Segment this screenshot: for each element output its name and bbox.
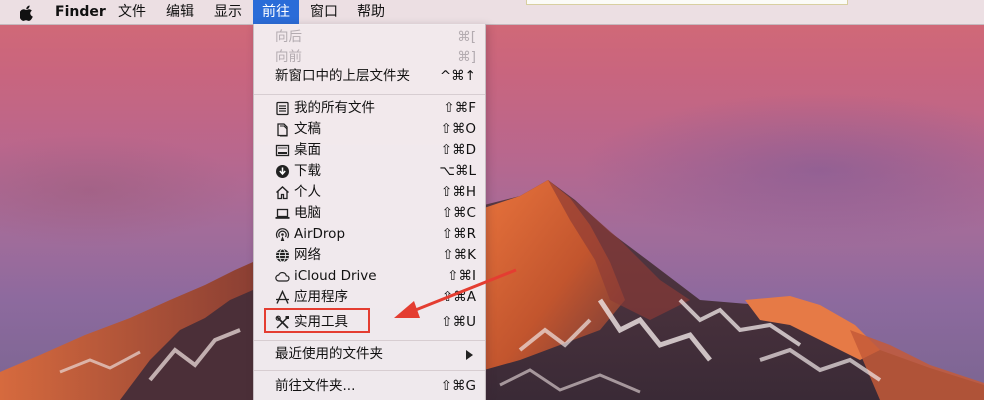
menu-item-label: 我的所有文件 <box>294 100 375 116</box>
menu-go[interactable]: 前往 <box>253 0 299 24</box>
menu-item-shortcut: ⇧⌘A <box>441 289 476 305</box>
menu-item-shortcut: ⇧⌘O <box>440 121 476 137</box>
menu-item-go-to-folder[interactable]: 前往文件夹... ⇧⌘G <box>254 376 485 397</box>
menu-item-back: 向后 ⌘[ <box>254 27 485 48</box>
menu-item-shortcut: ⇧⌘K <box>442 247 476 263</box>
menu-window[interactable]: 窗口 <box>310 0 338 24</box>
menu-item-label: AirDrop <box>294 226 346 242</box>
menu-item-shortcut: ⇧⌘G <box>440 378 476 394</box>
menu-separator <box>254 370 485 371</box>
network-icon <box>276 248 289 263</box>
menu-item-network[interactable]: 网络 ⇧⌘K <box>254 245 485 266</box>
menu-file[interactable]: 文件 <box>118 0 146 24</box>
menu-item-documents[interactable]: 文稿 ⇧⌘O <box>254 119 485 140</box>
search-field[interactable] <box>526 0 848 5</box>
highlight-box <box>264 308 370 333</box>
menu-help[interactable]: 帮助 <box>357 0 385 24</box>
menu-view[interactable]: 显示 <box>214 0 242 24</box>
menu-item-recent-folders[interactable]: 最近使用的文件夹 <box>254 344 485 365</box>
computer-icon <box>275 208 290 219</box>
menu-finder[interactable]: Finder <box>55 0 106 24</box>
downloads-icon <box>276 165 289 178</box>
menu-item-shortcut: ⇧⌘H <box>441 184 476 200</box>
menu-item-home[interactable]: 个人 ⇧⌘H <box>254 182 485 203</box>
menu-item-forward: 向前 ⌘] <box>254 47 485 68</box>
menu-item-label: 向后 <box>275 29 302 45</box>
menu-item-desktop[interactable]: 桌面 ⇧⌘D <box>254 140 485 161</box>
apple-logo-icon[interactable] <box>20 5 34 21</box>
go-dropdown-menu: 向后 ⌘[ 向前 ⌘] 新窗口中的上层文件夹 ^⌘↑ 我的所有文件 ⇧⌘F 文稿… <box>253 24 486 400</box>
menu-edit[interactable]: 编辑 <box>166 0 194 24</box>
all-files-icon <box>276 101 289 116</box>
menu-item-shortcut: ⇧⌘C <box>441 205 476 221</box>
menu-item-shortcut: ⌥⌘L <box>439 163 476 179</box>
menu-item-shortcut: ⇧⌘D <box>440 142 476 158</box>
submenu-arrow-icon <box>466 350 473 360</box>
menu-item-label: 前往文件夹... <box>275 378 356 394</box>
menu-item-label: 向前 <box>275 49 302 65</box>
menu-item-label: 网络 <box>294 247 321 263</box>
desktop-icon <box>275 144 290 157</box>
menu-item-shortcut: ^⌘↑ <box>439 68 476 84</box>
menu-item-label: 文稿 <box>294 121 321 137</box>
menu-item-shortcut: ⇧⌘I <box>447 268 476 284</box>
menu-item-label: 最近使用的文件夹 <box>275 346 383 362</box>
menu-item-shortcut: ⇧⌘F <box>443 100 476 116</box>
mountain-wallpaper-image <box>0 180 984 400</box>
applications-icon <box>276 290 289 304</box>
airdrop-icon <box>275 228 290 241</box>
menu-item-downloads[interactable]: 下载 ⌥⌘L <box>254 161 485 182</box>
menu-item-icloud-drive[interactable]: iCloud Drive ⇧⌘I <box>254 266 485 287</box>
menu-item-shortcut: ⇧⌘U <box>441 314 476 330</box>
menu-item-airdrop[interactable]: AirDrop ⇧⌘R <box>254 224 485 245</box>
menu-item-shortcut: ⌘] <box>457 49 476 65</box>
icloud-icon <box>275 271 290 282</box>
menu-item-shortcut: ⌘[ <box>457 29 476 45</box>
menu-item-computer[interactable]: 电脑 ⇧⌘C <box>254 203 485 224</box>
menu-item-label: 桌面 <box>294 142 321 158</box>
menu-item-label: 个人 <box>294 184 321 200</box>
menu-item-shortcut: ⇧⌘R <box>441 226 476 242</box>
menu-separator <box>254 94 485 95</box>
menu-item-label: 新窗口中的上层文件夹 <box>275 68 410 84</box>
documents-icon <box>277 123 288 137</box>
menu-item-label: 应用程序 <box>294 289 348 305</box>
menu-item-label: 电脑 <box>294 205 321 221</box>
menu-item-all-my-files[interactable]: 我的所有文件 ⇧⌘F <box>254 98 485 119</box>
menu-separator <box>254 340 485 341</box>
menu-item-enclosing-folder[interactable]: 新窗口中的上层文件夹 ^⌘↑ <box>254 66 485 87</box>
menu-item-label: iCloud Drive <box>294 268 377 284</box>
menu-item-label: 下载 <box>294 163 321 179</box>
home-icon <box>276 186 289 200</box>
menu-item-applications[interactable]: 应用程序 ⇧⌘A <box>254 287 485 308</box>
